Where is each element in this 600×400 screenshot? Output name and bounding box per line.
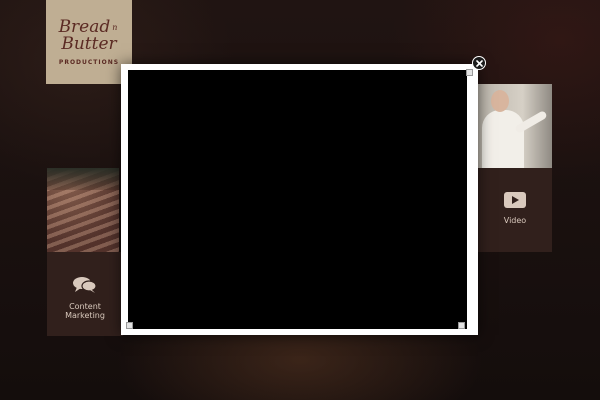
video-label: Video bbox=[503, 216, 527, 225]
chat-bubbles-icon bbox=[47, 276, 123, 296]
content-marketing-label: Content Marketing bbox=[65, 302, 105, 320]
resize-handle-bottom-right[interactable] bbox=[458, 322, 465, 329]
resize-handle-top-right[interactable] bbox=[466, 69, 473, 76]
resize-handle-bottom-left[interactable] bbox=[126, 322, 133, 329]
food-photo-tile[interactable] bbox=[47, 168, 119, 252]
brand-logo[interactable]: Bread n Butter PRODUCTIONS bbox=[46, 0, 132, 84]
logo-wordmark: Bread n Butter bbox=[58, 16, 118, 54]
content-marketing-tile[interactable]: Content Marketing bbox=[47, 252, 123, 336]
play-icon bbox=[478, 192, 552, 210]
video-tile[interactable]: Video bbox=[478, 168, 552, 252]
close-button[interactable] bbox=[472, 56, 486, 70]
video-lightbox bbox=[121, 64, 478, 335]
chef-figure bbox=[482, 110, 524, 168]
close-icon bbox=[475, 59, 483, 67]
logo-subtitle: PRODUCTIONS bbox=[58, 58, 120, 66]
chef-photo-tile[interactable] bbox=[478, 84, 552, 168]
video-player[interactable] bbox=[128, 70, 467, 329]
